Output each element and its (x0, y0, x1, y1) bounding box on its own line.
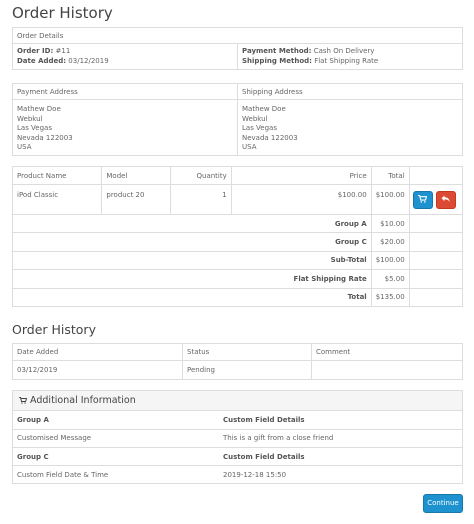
history-table: Date Added Status Comment 03/12/2019 Pen… (12, 343, 463, 380)
shopping-cart-icon (19, 396, 28, 404)
table-row: Group A Custom Field Details (13, 411, 462, 430)
col-quantity: Quantity (170, 166, 232, 185)
products-table: Product Name Model Quantity Price Total … (11, 166, 464, 307)
return-button[interactable] (435, 190, 456, 209)
order-id-label: Order ID: (17, 47, 54, 55)
total-value: $100.00 (370, 250, 410, 271)
order-details-heading: Order Details (12, 27, 463, 44)
shopping-cart-icon (418, 194, 428, 203)
total-label: Flat Shipping Rate (12, 269, 372, 289)
product-price: $100.00 (230, 184, 372, 215)
field-group-label: Group C (13, 447, 219, 467)
address-line: Webkul (242, 114, 268, 123)
method-info-cell: Payment Method: Cash On Delivery Shippin… (237, 43, 463, 70)
additional-info-heading: Additional Information (13, 391, 462, 411)
payment-method-label: Payment Method: (242, 47, 312, 55)
history-title: Order History (12, 322, 96, 337)
shipping-method-label: Shipping Method: (242, 56, 312, 65)
additional-info-table: Group A Custom Field Details Customised … (13, 411, 462, 485)
order-info-cell: Order ID: #11 Date Added: 03/12/2019 (12, 43, 238, 70)
history-status: Pending (182, 360, 312, 380)
continue-button[interactable]: Continue (423, 494, 463, 513)
col-date-added: Date Added (12, 343, 183, 361)
additional-info-panel: Additional Information Group A Custom Fi… (12, 390, 463, 485)
field-value: 2019-12-18 15:50 (219, 465, 462, 485)
total-value: $10.00 (370, 213, 410, 234)
date-added-label: Date Added: (17, 56, 67, 65)
address-line: USA (17, 143, 32, 151)
col-actions (408, 166, 464, 185)
product-actions (408, 184, 464, 215)
field-label: Customised Message (13, 428, 219, 449)
reorder-button[interactable] (412, 190, 433, 209)
table-row: Group C Custom Field Details (13, 447, 462, 467)
address-line: Nevada 122003 (17, 133, 73, 142)
shipping-address-heading: Shipping Address (237, 83, 463, 100)
shipping-address: Mathew Doe Webkul Las Vegas Nevada 12200… (237, 99, 463, 156)
shipping-method-value: Flat Shipping Rate (314, 56, 379, 65)
table-row: 03/12/2019 Pending (12, 360, 463, 380)
address-line: Mathew Doe (242, 105, 286, 113)
total-value: $20.00 (370, 232, 410, 252)
product-quantity: 1 (170, 184, 232, 215)
field-group-value: Custom Field Details (219, 447, 462, 467)
total-value: $5.00 (370, 269, 410, 289)
product-name: iPod Classic (11, 184, 103, 215)
page-title: Order History (12, 4, 113, 22)
total-label: Group C (12, 232, 372, 252)
payment-address: Mathew Doe Webkul Las Vegas Nevada 12200… (12, 99, 238, 156)
date-added-value: 03/12/2019 (68, 56, 109, 65)
table-row: Custom Field Date & Time 2019-12-18 15:5… (13, 465, 462, 485)
additional-info-title: Additional Information (30, 395, 136, 406)
col-total: Total (370, 166, 410, 185)
payment-address-heading: Payment Address (12, 83, 238, 100)
address-line: Las Vegas (242, 124, 277, 132)
history-comment (311, 360, 463, 380)
table-row: Customised Message This is a gift from a… (13, 428, 462, 449)
address-line: Webkul (17, 114, 43, 123)
field-label: Custom Field Date & Time (13, 465, 219, 485)
col-price: Price (230, 166, 372, 185)
order-details-table: Order Details Order ID: #11 Date Added: … (12, 27, 463, 70)
total-value: $135.00 (370, 287, 410, 307)
address-line: USA (242, 143, 257, 151)
product-total: $100.00 (370, 184, 410, 215)
table-row: iPod Classic product 20 1 $100.00 $100.0… (11, 184, 464, 215)
col-comment: Comment (311, 343, 463, 361)
history-date: 03/12/2019 (12, 360, 183, 380)
total-label: Total (12, 287, 372, 307)
address-line: Nevada 122003 (242, 133, 298, 142)
col-status: Status (182, 343, 312, 361)
field-group-label: Group A (13, 411, 219, 430)
col-product-name: Product Name (11, 166, 103, 185)
col-model: Model (101, 166, 172, 185)
total-label: Sub-Total (12, 250, 372, 271)
total-label: Group A (12, 213, 372, 234)
address-line: Mathew Doe (17, 105, 61, 113)
product-model: product 20 (101, 184, 172, 215)
address-line: Las Vegas (17, 124, 52, 132)
field-value: This is a gift from a close friend (219, 428, 462, 449)
order-id-value: #11 (55, 47, 71, 55)
payment-method-value: Cash On Delivery (313, 47, 375, 55)
reply-icon (441, 195, 450, 202)
field-group-value: Custom Field Details (219, 411, 462, 430)
address-table: Payment Address Shipping Address Mathew … (12, 83, 463, 156)
